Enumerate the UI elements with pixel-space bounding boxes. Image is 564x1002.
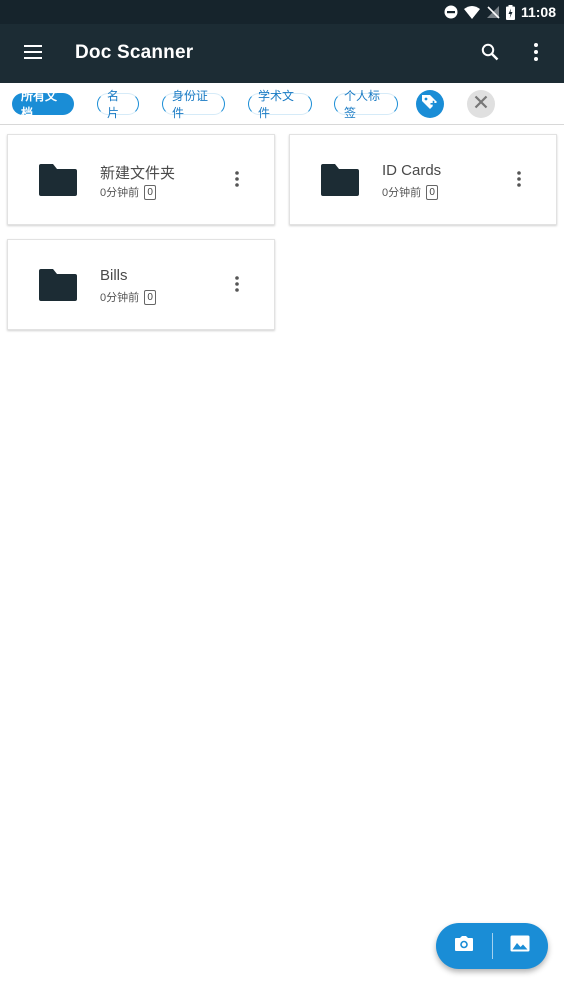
tag-chip-all-documents[interactable]: 所有文档	[12, 89, 74, 120]
camera-icon	[454, 935, 474, 957]
folder-name: ID Cards	[382, 162, 442, 179]
app-bar: Doc Scanner	[0, 24, 564, 83]
folder-icon	[37, 267, 79, 308]
folder-meta: 0分钟前 0	[382, 184, 439, 200]
tag-chip-id-documents[interactable]: 身份证件	[162, 89, 225, 120]
image-icon	[510, 935, 530, 957]
folder-meta: 0分钟前 0	[100, 184, 157, 200]
more-vertical-icon	[517, 170, 521, 192]
folder-card[interactable]: ID Cards 0分钟前 0	[289, 134, 557, 225]
folder-doc-count: 0	[144, 184, 157, 200]
tag-chip-label: 名片	[107, 89, 120, 120]
status-icons: 11:08	[444, 0, 556, 24]
folder-doc-count: 0	[426, 184, 439, 200]
folder-more-button[interactable]	[228, 275, 246, 297]
search-button[interactable]	[476, 40, 504, 68]
more-vertical-icon	[534, 42, 538, 66]
add-tag-button[interactable]	[416, 90, 444, 118]
fab-divider	[492, 933, 493, 959]
clear-tag-filter-button[interactable]	[467, 90, 495, 118]
battery-charging-icon	[505, 4, 515, 20]
status-time: 11:08	[520, 4, 556, 20]
search-icon	[481, 43, 499, 66]
overflow-menu-button[interactable]	[524, 40, 548, 68]
tag-chip-label: 所有文档	[21, 89, 58, 120]
tag-chip-academic-documents[interactable]: 学术文件	[248, 89, 312, 120]
folder-card[interactable]: Bills 0分钟前 0	[7, 239, 275, 330]
tag-chip-label: 身份证件	[172, 89, 209, 120]
no-signal-icon	[486, 5, 500, 19]
status-bar: 11:08	[0, 0, 564, 24]
tag-chip-business-cards[interactable]: 名片	[97, 89, 139, 120]
folder-icon	[37, 162, 79, 203]
tag-chip-label: 个人标签	[344, 89, 381, 120]
folder-time: 0分钟前	[100, 187, 140, 199]
folder-name: Bills	[100, 267, 128, 284]
folder-more-button[interactable]	[510, 170, 528, 192]
folder-more-button[interactable]	[228, 170, 246, 192]
wifi-icon	[463, 5, 480, 19]
add-tag-icon	[421, 93, 439, 116]
camera-button[interactable]	[450, 932, 478, 960]
folder-name: 新建文件夹	[100, 165, 176, 182]
menu-icon	[24, 44, 42, 64]
menu-button[interactable]	[18, 40, 48, 68]
folder-icon	[319, 162, 361, 203]
folder-card[interactable]: 新建文件夹 0分钟前 0	[7, 134, 275, 225]
folder-time: 0分钟前	[100, 292, 140, 304]
folder-doc-count: 0	[144, 289, 157, 305]
app-title: Doc Scanner	[75, 42, 194, 63]
folder-meta: 0分钟前 0	[100, 289, 157, 305]
close-icon	[474, 95, 488, 114]
do-not-disturb-icon	[444, 5, 458, 19]
more-vertical-icon	[235, 275, 239, 297]
tag-chip-label: 学术文件	[258, 89, 295, 120]
more-vertical-icon	[235, 170, 239, 192]
scan-fab	[436, 923, 548, 969]
gallery-button[interactable]	[506, 932, 534, 960]
tag-chip-personal-tags[interactable]: 个人标签	[334, 89, 398, 120]
folder-time: 0分钟前	[382, 187, 422, 199]
